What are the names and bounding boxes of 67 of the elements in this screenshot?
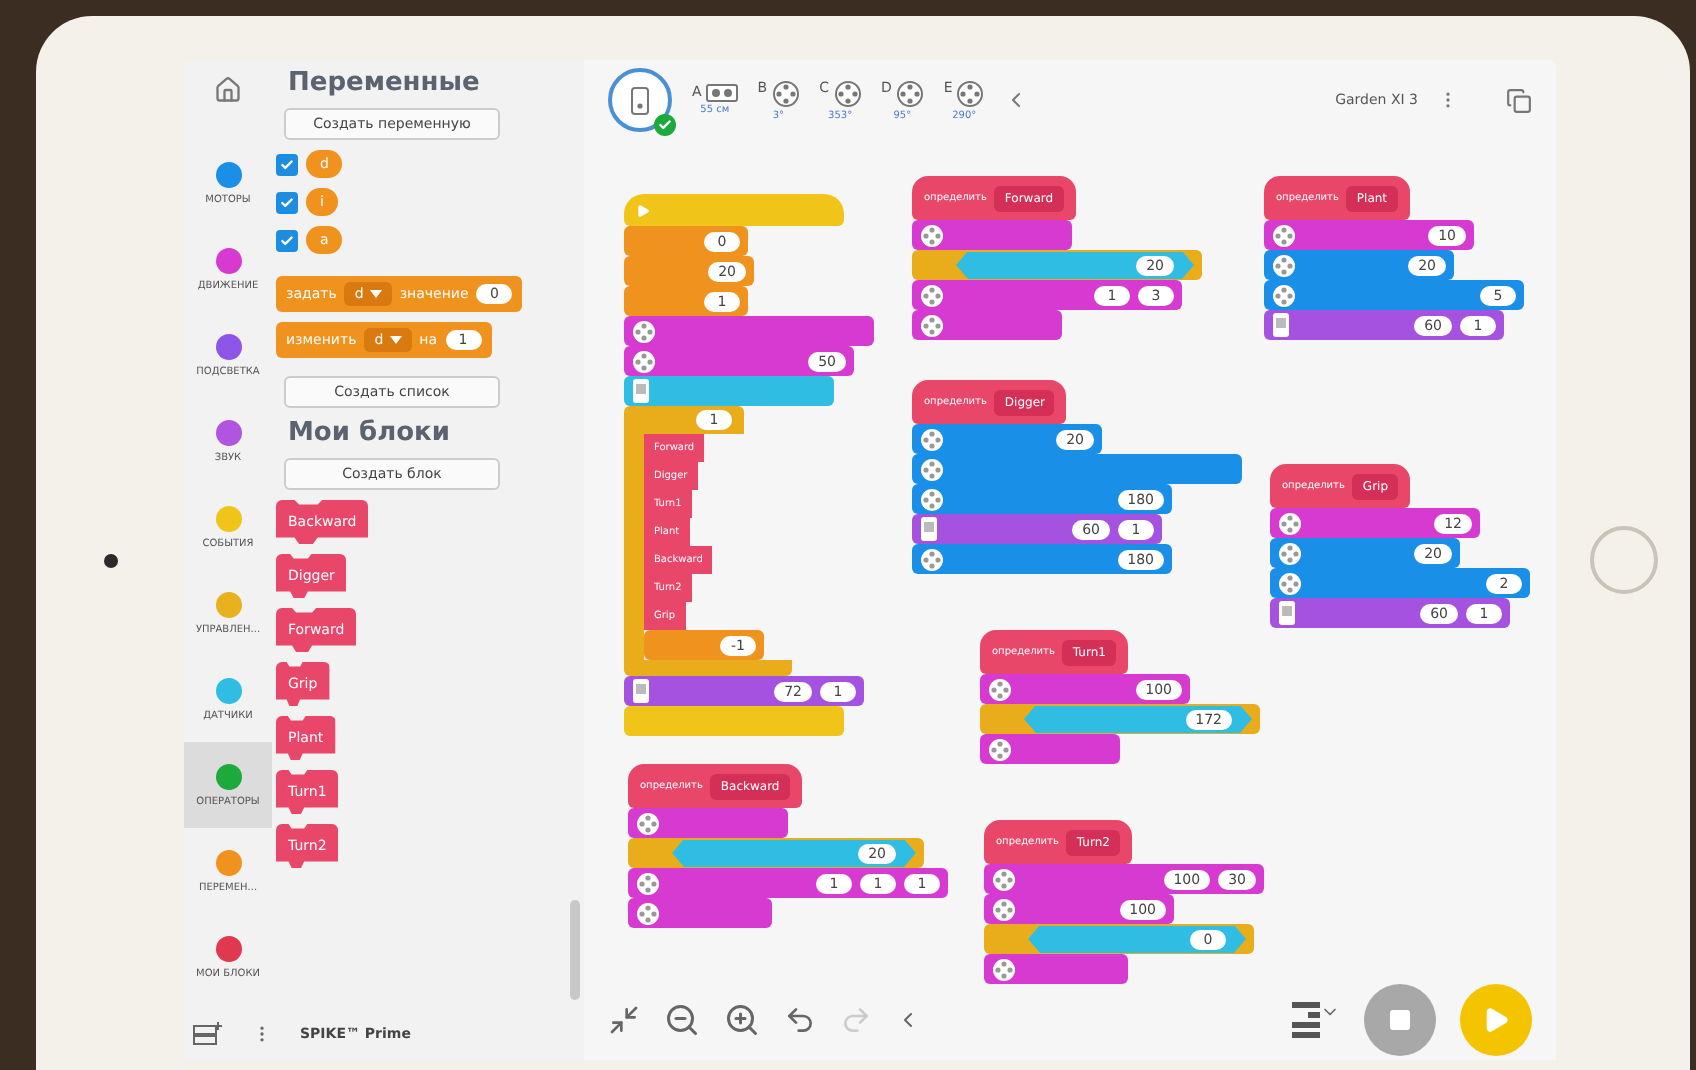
code-block[interactable] bbox=[628, 898, 772, 928]
checkbox[interactable] bbox=[276, 229, 298, 251]
windows-icon[interactable] bbox=[1506, 87, 1532, 113]
code-block[interactable] bbox=[912, 220, 1072, 250]
wheel-icon bbox=[920, 457, 944, 481]
wheel-icon bbox=[1272, 223, 1296, 247]
section-title: Мои блоки bbox=[286, 418, 452, 448]
wheel-icon bbox=[1272, 283, 1296, 307]
checkbox[interactable] bbox=[276, 153, 298, 175]
code-block[interactable] bbox=[628, 808, 788, 838]
hub-icon bbox=[630, 85, 650, 115]
motor-icon bbox=[833, 79, 861, 107]
wheel-icon bbox=[920, 223, 944, 247]
zoom-in-icon[interactable] bbox=[724, 1002, 760, 1038]
extensions-icon[interactable] bbox=[192, 1020, 224, 1048]
zoom-out-icon[interactable] bbox=[664, 1002, 700, 1038]
fit-icon[interactable] bbox=[608, 1004, 640, 1036]
play-icon bbox=[1482, 1006, 1510, 1034]
wheel-icon bbox=[992, 867, 1016, 891]
code-block[interactable] bbox=[980, 734, 1120, 764]
motor-icon bbox=[956, 79, 985, 107]
play-icon bbox=[636, 203, 650, 217]
wheel-icon bbox=[920, 313, 944, 337]
hub-button[interactable] bbox=[608, 68, 672, 132]
hub-icon bbox=[632, 378, 650, 404]
motor-icon bbox=[771, 79, 800, 107]
scrollbar[interactable] bbox=[570, 900, 580, 1000]
code-block[interactable] bbox=[912, 454, 1242, 484]
check-icon bbox=[280, 233, 294, 247]
wheel-icon bbox=[636, 901, 660, 925]
wheel-icon bbox=[988, 737, 1012, 761]
grid-icon[interactable] bbox=[1292, 1002, 1320, 1038]
wheel-icon bbox=[1278, 571, 1302, 595]
wheel-icon bbox=[636, 871, 660, 895]
start-block[interactable] bbox=[624, 194, 844, 226]
wheel-icon bbox=[632, 349, 656, 373]
home-icon[interactable] bbox=[214, 76, 242, 104]
sensor-icon bbox=[705, 84, 738, 102]
wheel-icon bbox=[992, 957, 1016, 981]
code-block[interactable] bbox=[984, 954, 1128, 984]
wheel-icon bbox=[992, 897, 1016, 921]
hub-icon bbox=[1272, 312, 1290, 338]
wheel-icon bbox=[920, 547, 944, 571]
stop-icon bbox=[1388, 1008, 1412, 1032]
check-icon bbox=[280, 157, 294, 171]
wheel-icon bbox=[636, 811, 660, 835]
motor-icon bbox=[895, 79, 924, 107]
undo-icon[interactable] bbox=[784, 1004, 816, 1036]
wheel-icon bbox=[920, 487, 944, 511]
wheel-icon bbox=[1272, 253, 1296, 277]
wheel-icon bbox=[920, 427, 944, 451]
code-block[interactable] bbox=[912, 310, 1062, 340]
wheel-icon bbox=[1278, 541, 1302, 565]
code-block[interactable] bbox=[624, 376, 834, 406]
checkbox[interactable] bbox=[276, 191, 298, 213]
code-block[interactable] bbox=[624, 316, 874, 346]
stop-button[interactable] bbox=[1364, 984, 1436, 1056]
wheel-icon bbox=[920, 283, 944, 307]
wheel-icon bbox=[632, 319, 656, 343]
wheel-icon bbox=[988, 677, 1012, 701]
hub-icon bbox=[1278, 600, 1296, 626]
check-icon bbox=[280, 195, 294, 209]
hub-icon bbox=[920, 516, 938, 542]
wheel-icon bbox=[1278, 511, 1302, 535]
hub-icon bbox=[632, 678, 650, 704]
section-title: Переменные bbox=[286, 68, 482, 98]
camera bbox=[103, 553, 117, 567]
